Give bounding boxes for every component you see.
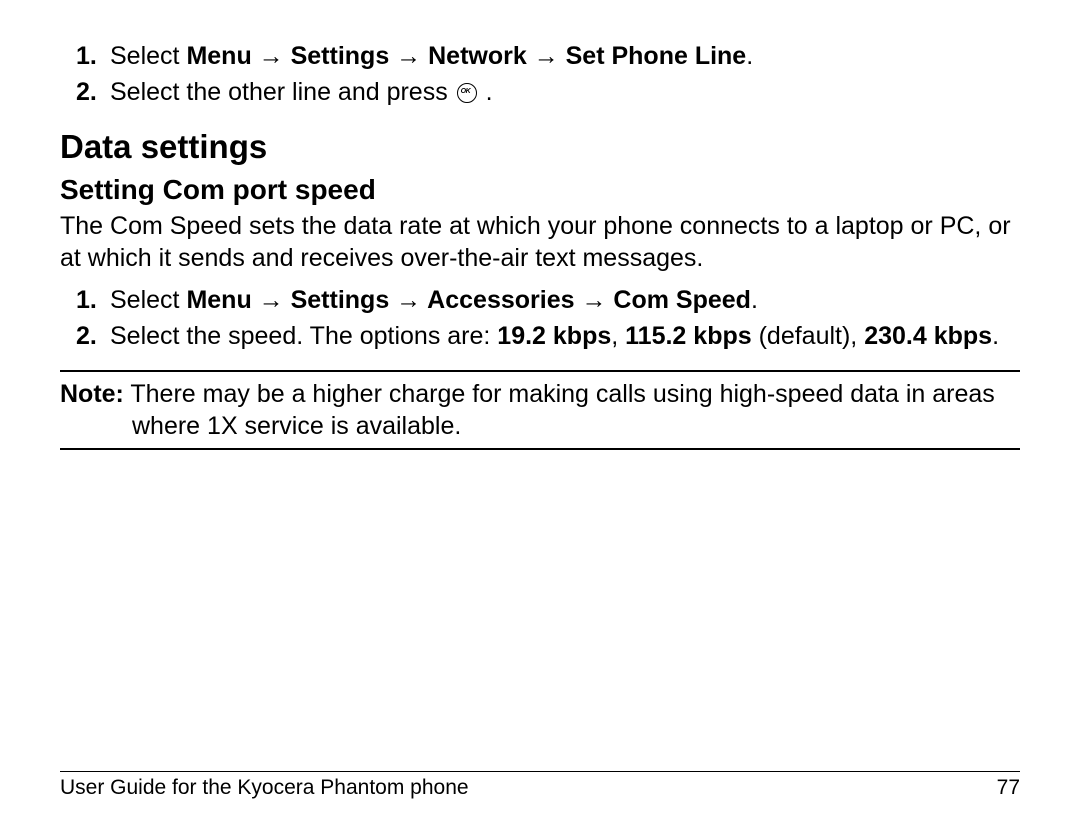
note-label: Note: [60, 380, 124, 408]
step2-after: . [479, 78, 493, 106]
step1-prefix: Select [110, 42, 186, 70]
manual-page: Select Menu → Settings → Network → Set P… [0, 0, 1080, 834]
step2-before: Select the other line and press [110, 78, 455, 106]
page-footer: User Guide for the Kyocera Phantom phone… [60, 771, 1020, 800]
com-step2-before: Select the speed. The options are: [110, 322, 497, 350]
page-body: Select Menu → Settings → Network → Set P… [60, 40, 1020, 450]
step-2: Select the other line and press . [110, 76, 1020, 108]
opt-19-2: 19.2 kbps [497, 322, 611, 350]
phone-line-steps: Select Menu → Settings → Network → Set P… [60, 40, 1020, 108]
step1-suffix: . [746, 42, 753, 70]
note-block: Note: There may be a higher charge for m… [60, 370, 1020, 450]
page-number: 77 [997, 776, 1020, 800]
com-speed-steps: Select Menu → Settings → Accessories → C… [60, 284, 1020, 352]
com-step2-suffix: . [992, 322, 999, 350]
com-step-1: Select Menu → Settings → Accessories → C… [110, 284, 1020, 316]
footer-row: User Guide for the Kyocera Phantom phone… [60, 776, 1020, 800]
step1-menu-path: Menu → Settings → Network → Set Phone Li… [186, 42, 746, 70]
opt-115-2: 115.2 kbps [625, 322, 751, 350]
footer-rule [60, 771, 1020, 772]
section-heading-data-settings: Data settings [60, 126, 1020, 168]
default-note: (default), [752, 322, 865, 350]
com-step1-menu-path: Menu → Settings → Accessories → Com Spee… [186, 286, 751, 314]
com-step1-suffix: . [751, 286, 758, 314]
step-1: Select Menu → Settings → Network → Set P… [110, 40, 1020, 72]
opt-230-4: 230.4 kbps [864, 322, 992, 350]
footer-title: User Guide for the Kyocera Phantom phone [60, 776, 469, 800]
note-text: Note: There may be a higher charge for m… [60, 378, 1020, 442]
note-text-a: There may be a higher charge for making … [124, 380, 899, 408]
com-step-2: Select the speed. The options are: 19.2 … [110, 320, 1020, 352]
com-speed-intro: The Com Speed sets the data rate at whic… [60, 210, 1020, 274]
ok-icon [457, 83, 477, 103]
sep1: , [611, 322, 625, 350]
subsection-heading-com-port: Setting Com port speed [60, 172, 1020, 208]
com-step1-prefix: Select [110, 286, 186, 314]
